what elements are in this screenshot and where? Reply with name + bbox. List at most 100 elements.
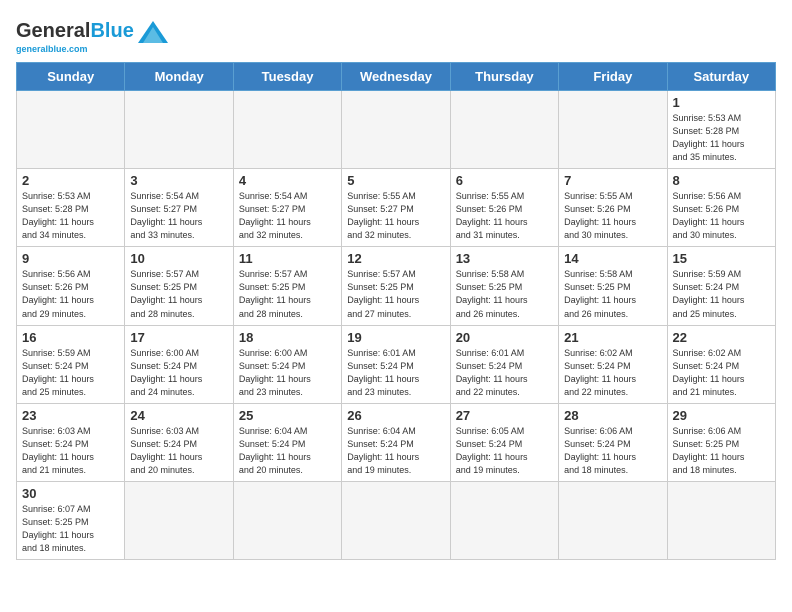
day-number: 28	[564, 408, 661, 423]
logo-text: GeneralBlue	[16, 20, 134, 43]
day-info: Sunrise: 5:57 AM Sunset: 5:25 PM Dayligh…	[239, 268, 336, 320]
calendar-cell: 30Sunrise: 6:07 AM Sunset: 5:25 PM Dayli…	[17, 481, 125, 559]
calendar-cell: 25 Sunrise: 6:04 AM Sunset: 5:24 PM Dayli…	[233, 403, 341, 481]
day-info: Sunrise: 6:04 AM Sunset: 5:24 PM Dayligh…	[239, 425, 336, 477]
calendar-cell: 1Sunrise: 5:53 AM Sunset: 5:28 PM Daylig…	[667, 91, 775, 169]
calendar-cell	[559, 481, 667, 559]
day-info: Sunrise: 6:01 AM Sunset: 5:24 PM Dayligh…	[347, 347, 444, 399]
day-info: Sunrise: 6:05 AM Sunset: 5:24 PM Dayligh…	[456, 425, 553, 477]
calendar-cell: 23Sunrise: 6:03 AM Sunset: 5:24 PM Dayli…	[17, 403, 125, 481]
day-number: 8	[673, 173, 770, 188]
calendar-cell	[450, 91, 558, 169]
calendar-cell: 29Sunrise: 6:06 AM Sunset: 5:25 PM Dayli…	[667, 403, 775, 481]
calendar-cell: 4 Sunrise: 5:54 AM Sunset: 5:27 PM Daylig…	[233, 169, 341, 247]
day-header-tuesday: Tuesday	[233, 63, 341, 91]
day-number: 11	[239, 251, 336, 266]
calendar-cell	[342, 91, 450, 169]
day-info: Sunrise: 5:57 AM Sunset: 5:25 PM Dayligh…	[347, 268, 444, 320]
day-info: Sunrise: 6:02 AM Sunset: 5:24 PM Dayligh…	[673, 347, 770, 399]
day-number: 2	[22, 173, 119, 188]
day-number: 22	[673, 330, 770, 345]
day-number: 25	[239, 408, 336, 423]
day-number: 9	[22, 251, 119, 266]
day-info: Sunrise: 5:58 AM Sunset: 5:25 PM Dayligh…	[456, 268, 553, 320]
calendar-cell	[233, 481, 341, 559]
day-header-thursday: Thursday	[450, 63, 558, 91]
day-info: Sunrise: 5:56 AM Sunset: 5:26 PM Dayligh…	[22, 268, 119, 320]
calendar-cell: 12 Sunrise: 5:57 AM Sunset: 5:25 PM Dayli…	[342, 247, 450, 325]
day-info: Sunrise: 5:56 AM Sunset: 5:26 PM Dayligh…	[673, 190, 770, 242]
calendar-cell	[667, 481, 775, 559]
calendar-cell: 10 Sunrise: 5:57 AM Sunset: 5:25 PM Dayli…	[125, 247, 233, 325]
calendar-week-row: 16 Sunrise: 5:59 AM Sunset: 5:24 PM Dayli…	[17, 325, 776, 403]
day-info: Sunrise: 5:55 AM Sunset: 5:27 PM Dayligh…	[347, 190, 444, 242]
day-info: Sunrise: 6:03 AM Sunset: 5:24 PM Dayligh…	[130, 425, 227, 477]
calendar-week-row: 23 Sunrise: 6:03 AM Sunset: 5:24 PM Dayli…	[17, 403, 776, 481]
day-header-friday: Friday	[559, 63, 667, 91]
calendar-cell: 18 Sunrise: 6:00 AM Sunset: 5:24 PM Dayli…	[233, 325, 341, 403]
day-number: 23	[22, 408, 119, 423]
day-number: 16	[22, 330, 119, 345]
day-info: Sunrise: 5:59 AM Sunset: 5:24 PM Dayligh…	[22, 347, 119, 399]
day-info: Sunrise: 5:54 AM Sunset: 5:27 PM Dayligh…	[239, 190, 336, 242]
calendar-cell: 6Sunrise: 5:55 AM Sunset: 5:26 PM Daylig…	[450, 169, 558, 247]
day-number: 4	[239, 173, 336, 188]
day-number: 14	[564, 251, 661, 266]
day-info: Sunrise: 5:59 AM Sunset: 5:24 PM Dayligh…	[673, 268, 770, 320]
day-info: Sunrise: 6:01 AM Sunset: 5:24 PM Dayligh…	[456, 347, 553, 399]
day-number: 27	[456, 408, 553, 423]
calendar-week-row: 30Sunrise: 6:07 AM Sunset: 5:25 PM Dayli…	[17, 481, 776, 559]
calendar-cell: 2 Sunrise: 5:53 AM Sunset: 5:28 PM Daylig…	[17, 169, 125, 247]
day-info: Sunrise: 6:07 AM Sunset: 5:25 PM Dayligh…	[22, 503, 119, 555]
day-number: 21	[564, 330, 661, 345]
day-number: 18	[239, 330, 336, 345]
logo: GeneralBlue generalblue.com	[16, 16, 168, 54]
day-info: Sunrise: 5:53 AM Sunset: 5:28 PM Dayligh…	[22, 190, 119, 242]
day-number: 12	[347, 251, 444, 266]
day-info: Sunrise: 5:54 AM Sunset: 5:27 PM Dayligh…	[130, 190, 227, 242]
calendar-header-row: SundayMondayTuesdayWednesdayThursdayFrid…	[17, 63, 776, 91]
day-number: 6	[456, 173, 553, 188]
day-header-wednesday: Wednesday	[342, 63, 450, 91]
calendar-cell: 15 Sunrise: 5:59 AM Sunset: 5:24 PM Dayli…	[667, 247, 775, 325]
calendar-cell: 3 Sunrise: 5:54 AM Sunset: 5:27 PM Daylig…	[125, 169, 233, 247]
calendar-cell: 17Sunrise: 6:00 AM Sunset: 5:24 PM Dayli…	[125, 325, 233, 403]
logo-icon	[138, 21, 168, 43]
calendar-cell: 21 Sunrise: 6:02 AM Sunset: 5:24 PM Dayli…	[559, 325, 667, 403]
calendar-cell: 9 Sunrise: 5:56 AM Sunset: 5:26 PM Daylig…	[17, 247, 125, 325]
day-header-sunday: Sunday	[17, 63, 125, 91]
calendar-week-row: 9 Sunrise: 5:56 AM Sunset: 5:26 PM Daylig…	[17, 247, 776, 325]
day-info: Sunrise: 5:57 AM Sunset: 5:25 PM Dayligh…	[130, 268, 227, 320]
calendar-cell: 19 Sunrise: 6:01 AM Sunset: 5:24 PM Dayli…	[342, 325, 450, 403]
day-number: 5	[347, 173, 444, 188]
calendar-cell	[125, 91, 233, 169]
calendar-cell	[125, 481, 233, 559]
day-number: 20	[456, 330, 553, 345]
day-number: 17	[130, 330, 227, 345]
day-number: 19	[347, 330, 444, 345]
calendar-cell: 7Sunrise: 5:55 AM Sunset: 5:26 PM Daylig…	[559, 169, 667, 247]
day-number: 15	[673, 251, 770, 266]
calendar-cell: 13 Sunrise: 5:58 AM Sunset: 5:25 PM Dayli…	[450, 247, 558, 325]
calendar-cell	[342, 481, 450, 559]
calendar-cell: 8 Sunrise: 5:56 AM Sunset: 5:26 PM Daylig…	[667, 169, 775, 247]
day-number: 13	[456, 251, 553, 266]
logo-tagline: generalblue.com	[16, 44, 88, 54]
calendar-cell: 24Sunrise: 6:03 AM Sunset: 5:24 PM Dayli…	[125, 403, 233, 481]
day-number: 3	[130, 173, 227, 188]
calendar-cell	[559, 91, 667, 169]
page-header: GeneralBlue generalblue.com	[16, 16, 776, 54]
day-number: 26	[347, 408, 444, 423]
day-info: Sunrise: 6:00 AM Sunset: 5:24 PM Dayligh…	[239, 347, 336, 399]
calendar-cell: 28 Sunrise: 6:06 AM Sunset: 5:24 PM Dayli…	[559, 403, 667, 481]
day-info: Sunrise: 5:58 AM Sunset: 5:25 PM Dayligh…	[564, 268, 661, 320]
day-info: Sunrise: 5:53 AM Sunset: 5:28 PM Dayligh…	[673, 112, 770, 164]
calendar-cell: 26Sunrise: 6:04 AM Sunset: 5:24 PM Dayli…	[342, 403, 450, 481]
day-info: Sunrise: 6:06 AM Sunset: 5:24 PM Dayligh…	[564, 425, 661, 477]
calendar-cell: 11 Sunrise: 5:57 AM Sunset: 5:25 PM Dayli…	[233, 247, 341, 325]
day-header-saturday: Saturday	[667, 63, 775, 91]
day-number: 10	[130, 251, 227, 266]
calendar-cell: 22 Sunrise: 6:02 AM Sunset: 5:24 PM Dayli…	[667, 325, 775, 403]
calendar-cell: 27 Sunrise: 6:05 AM Sunset: 5:24 PM Dayli…	[450, 403, 558, 481]
day-info: Sunrise: 6:02 AM Sunset: 5:24 PM Dayligh…	[564, 347, 661, 399]
